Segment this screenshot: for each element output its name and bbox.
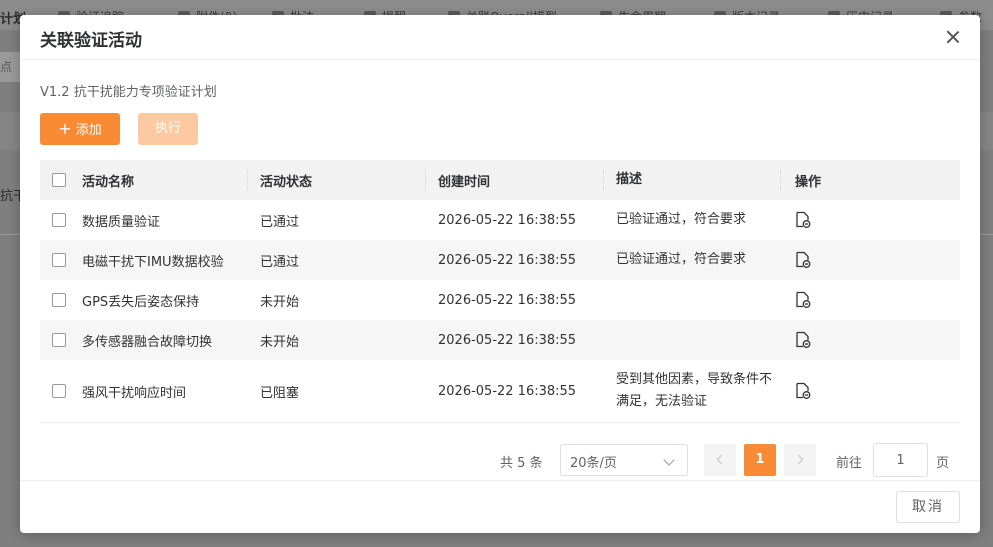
activity-created: 2026-05-22 16:38:55 (438, 212, 577, 228)
activity-status: 已通过 (260, 214, 300, 230)
table-row: 多传感器融合故障切换 未开始 2026-05-22 16:38:55 (40, 320, 960, 360)
row-checkbox[interactable] (52, 213, 66, 227)
table-row: GPS丢失后姿态保持 未开始 2026-05-22 16:38:55 (40, 280, 960, 320)
column-separator (425, 170, 426, 190)
activity-created: 2026-05-22 16:38:55 (438, 383, 577, 399)
action-cell (795, 360, 945, 422)
page-size-select[interactable]: 20条/页 (560, 444, 688, 476)
select-all-checkbox[interactable] (52, 173, 66, 187)
chevron-left-icon (716, 454, 727, 465)
activity-table: 活动名称 活动状态 创建时间 描述 操作 数据质量验证 已通过 2026-05-… (40, 160, 960, 423)
action-cell (795, 240, 945, 280)
activity-created: 2026-05-22 16:38:55 (438, 292, 577, 308)
activity-name: 多传感器融合故障切换 (82, 334, 213, 350)
link-activity-dialog: 关联验证活动 V1.2 抗干扰能力专项验证计划 + 添加 执行 活动名称 活动状态… (20, 15, 980, 533)
page-size-value: 20条/页 (570, 456, 617, 471)
page-number-current[interactable]: 1 (744, 444, 776, 476)
unlink-document-icon[interactable] (795, 331, 811, 349)
row-checkbox[interactable] (52, 293, 66, 307)
row-checkbox-cell (52, 360, 72, 422)
dialog-header: 关联验证活动 (20, 15, 980, 60)
column-separator (603, 170, 604, 190)
dialog-title: 关联验证活动 (40, 31, 142, 51)
row-checkbox-cell (52, 320, 72, 360)
goto-unit: 页 (936, 456, 950, 471)
column-header-description: 描述 (616, 172, 643, 187)
next-page-button[interactable] (784, 444, 816, 476)
cancel-button[interactable]: 取消 (896, 491, 960, 523)
goto-page-input[interactable] (873, 443, 928, 477)
activity-name: 强风干扰响应时间 (82, 385, 187, 401)
header-checkbox-cell (52, 160, 72, 200)
execute-button-label: 执行 (154, 121, 181, 136)
chevron-right-icon (793, 454, 804, 465)
activity-status: 未开始 (260, 334, 300, 350)
pagination-total: 共 5 条 (500, 456, 543, 471)
action-cell (795, 280, 945, 320)
row-checkbox[interactable] (52, 384, 66, 398)
row-checkbox-cell (52, 240, 72, 280)
table-row: 数据质量验证 已通过 2026-05-22 16:38:55 已验证通过，符合要… (40, 200, 960, 240)
add-button[interactable]: + 添加 (40, 113, 120, 145)
table-row: 电磁干扰下IMU数据校验 已通过 2026-05-22 16:38:55 已验证… (40, 240, 960, 280)
activity-status: 已通过 (260, 254, 300, 270)
plan-subtitle: V1.2 抗干扰能力专项验证计划 (40, 85, 217, 100)
unlink-document-icon[interactable] (795, 291, 811, 309)
chevron-down-icon (663, 454, 675, 466)
activity-description: 受到其他因素，导致条件不满足，无法验证 (616, 372, 773, 409)
column-separator (780, 170, 781, 190)
row-checkbox-cell (52, 200, 72, 240)
activity-name: GPS丢失后姿态保持 (82, 294, 200, 310)
column-header-actions: 操作 (795, 174, 822, 190)
unlink-document-icon[interactable] (795, 382, 811, 400)
column-header-status: 活动状态 (260, 174, 313, 190)
activity-description: 已验证通过，符合要求 (616, 212, 747, 227)
close-icon[interactable] (946, 30, 960, 44)
column-separator (247, 170, 248, 190)
column-header-created: 创建时间 (438, 174, 491, 190)
add-button-label: 添加 (75, 123, 102, 138)
row-checkbox[interactable] (52, 253, 66, 267)
activity-created: 2026-05-22 16:38:55 (438, 332, 577, 348)
activity-status: 已阻塞 (260, 385, 300, 401)
background-search-hint: 点击 (0, 52, 20, 82)
action-cell (795, 320, 945, 360)
unlink-document-icon[interactable] (795, 211, 811, 229)
activity-description: 已验证通过，符合要求 (616, 252, 747, 267)
activity-name: 电磁干扰下IMU数据校验 (82, 254, 224, 270)
action-cell (795, 200, 945, 240)
table-bottom-border (40, 422, 960, 423)
plus-icon: + (58, 119, 72, 138)
activity-status: 未开始 (260, 294, 300, 310)
column-header-name: 活动名称 (82, 174, 135, 190)
activity-description (616, 280, 786, 320)
row-checkbox[interactable] (52, 333, 66, 347)
prev-page-button[interactable] (704, 444, 736, 476)
footer-divider (20, 480, 980, 481)
execute-button[interactable]: 执行 (138, 113, 198, 145)
activity-created: 2026-05-22 16:38:55 (438, 252, 577, 268)
row-checkbox-cell (52, 280, 72, 320)
table-row: 强风干扰响应时间 已阻塞 2026-05-22 16:38:55 受到其他因素，… (40, 360, 960, 422)
activity-name: 数据质量验证 (82, 214, 161, 230)
goto-label: 前往 (836, 456, 863, 471)
unlink-document-icon[interactable] (795, 251, 811, 269)
table-header: 活动名称 活动状态 创建时间 描述 操作 (40, 160, 960, 200)
activity-description (616, 320, 786, 360)
